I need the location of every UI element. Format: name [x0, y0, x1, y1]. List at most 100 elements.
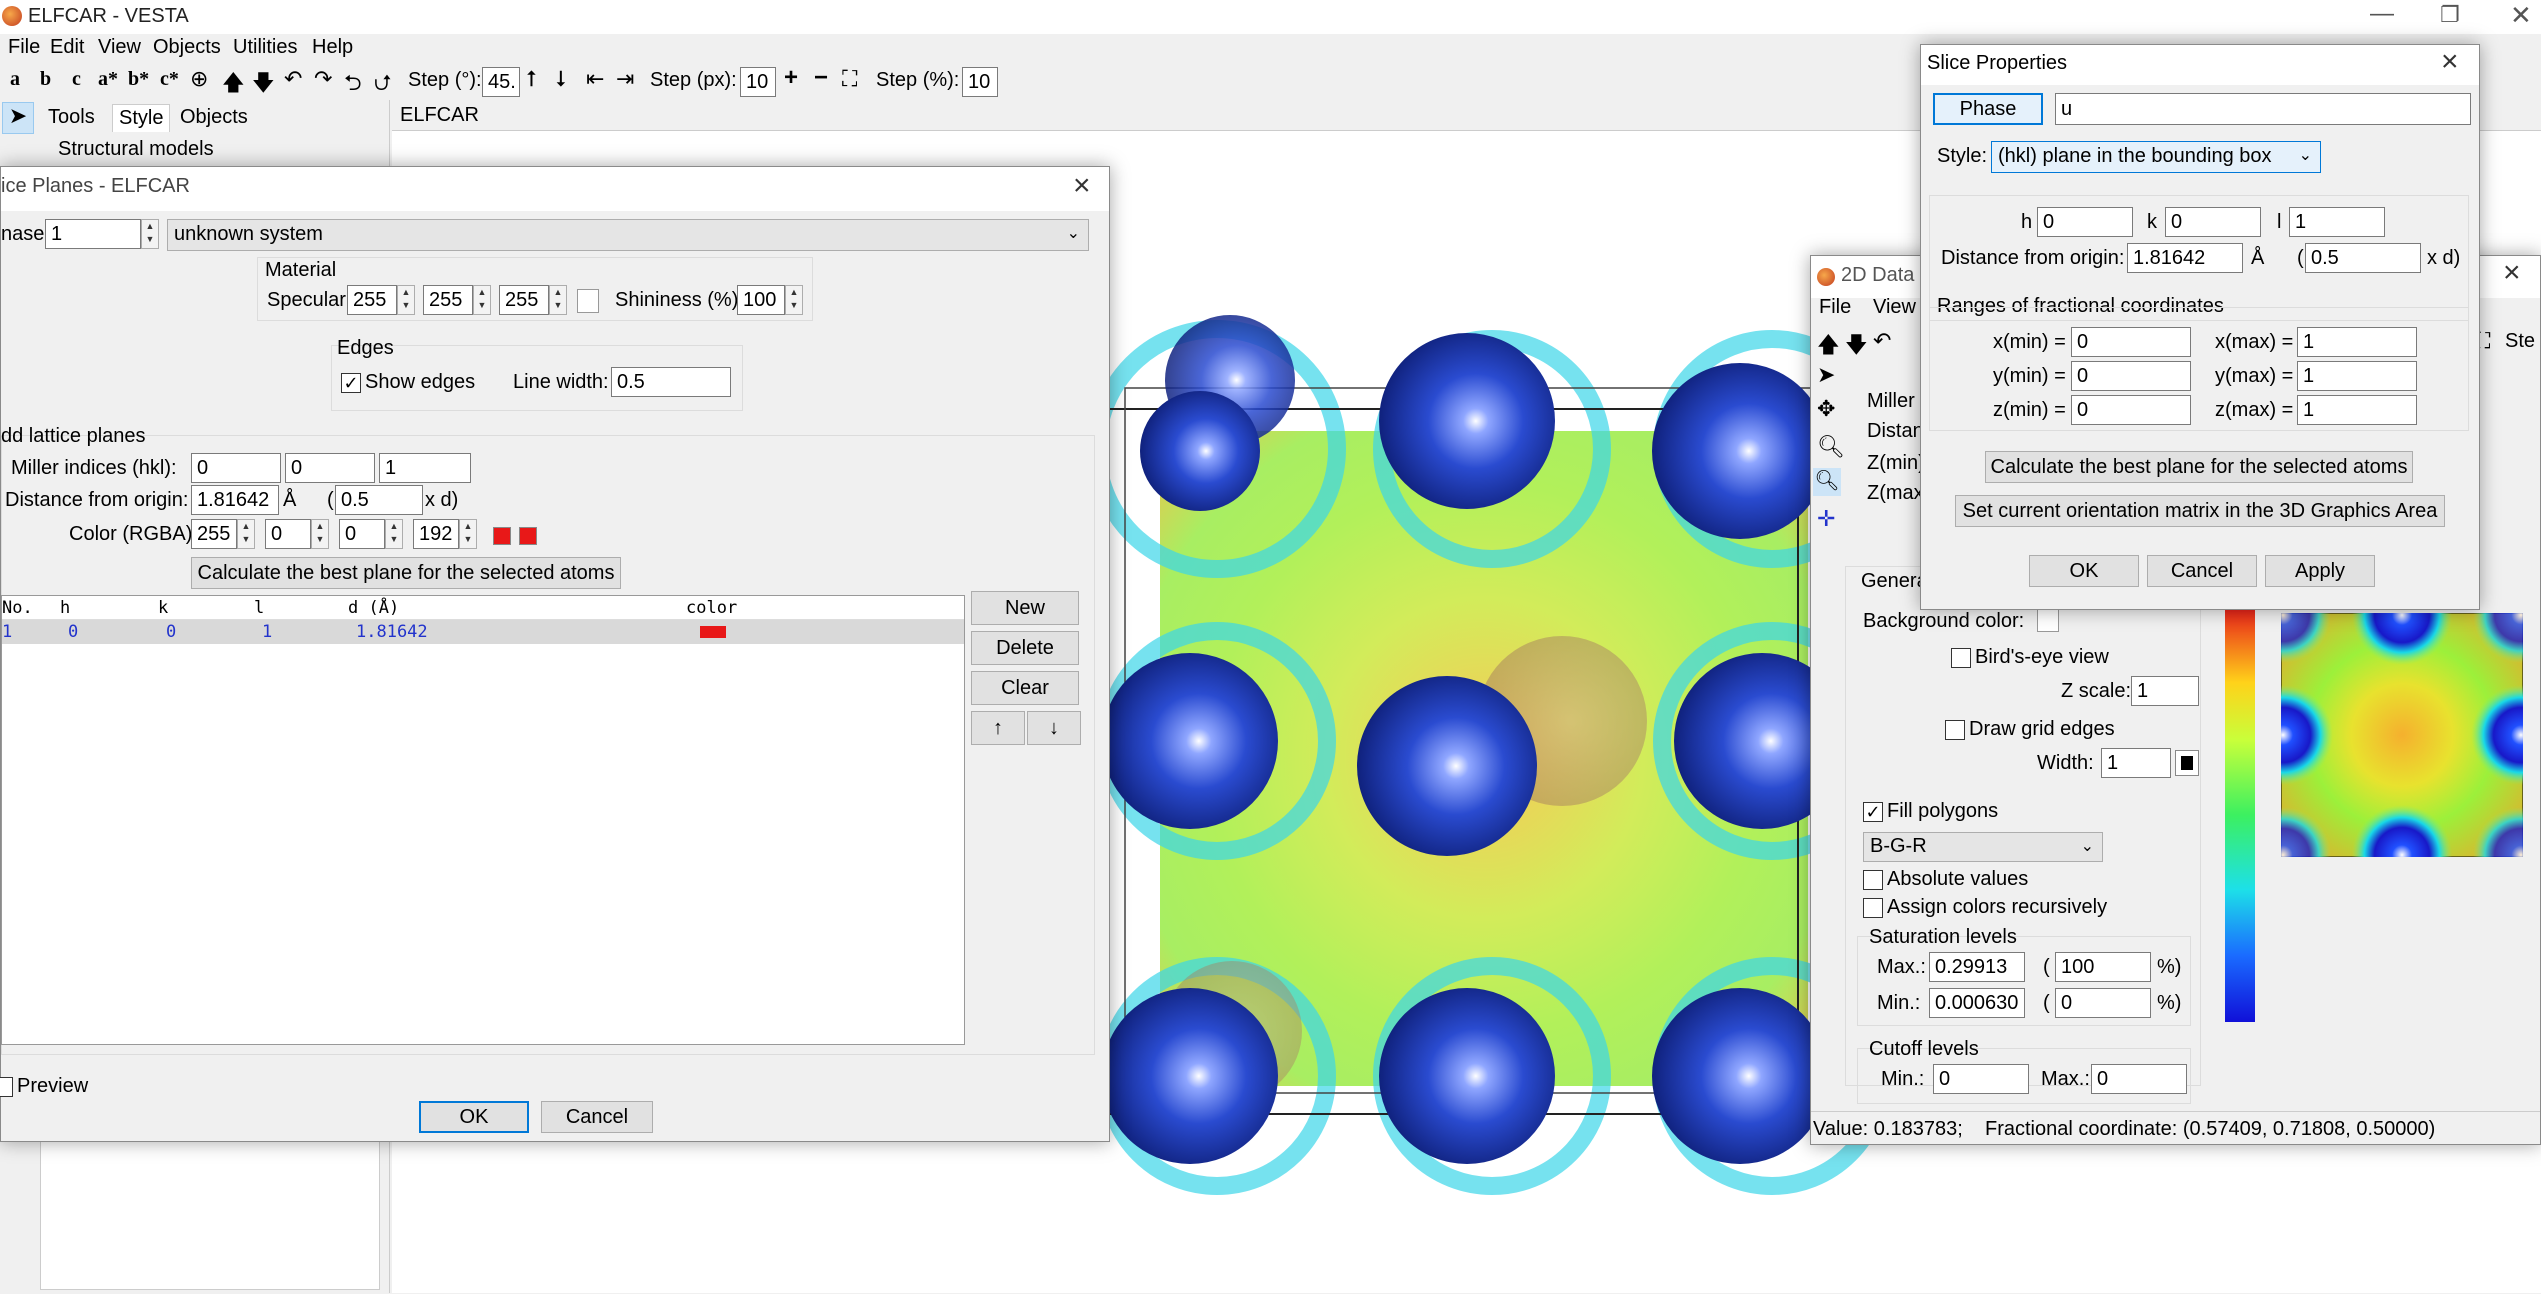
specular-r-spinner[interactable]: ▲ ▼	[397, 285, 415, 315]
translate-down-icon[interactable]: ⭣	[556, 66, 566, 92]
color-b-spinner[interactable]: ▲ ▼	[385, 519, 403, 549]
ymax-input[interactable]	[2297, 361, 2417, 391]
data2d-undo-icon[interactable]: ↶	[1873, 328, 1891, 354]
menu-view[interactable]: View	[98, 36, 141, 59]
calc-best-plane-button[interactable]: Calculate the best plane for the selecte…	[191, 557, 621, 589]
phase-name-input[interactable]	[2055, 93, 2471, 125]
shininess-input[interactable]	[737, 285, 785, 315]
translate-right-icon[interactable]: ⇥	[616, 66, 634, 92]
slice-properties-close-icon[interactable]: ×	[2441, 45, 2459, 79]
colormap-dropdown[interactable]: B-G-R ⌄	[1863, 832, 2103, 862]
rotate-cw-icon[interactable]: ⮍	[374, 66, 392, 104]
system-dropdown[interactable]: unknown system ⌄	[167, 219, 1089, 251]
fit-icon[interactable]: ⛶	[842, 66, 857, 92]
props-apply-button[interactable]: Apply	[2265, 555, 2375, 587]
rotate-down-icon[interactable]: 🡇	[252, 66, 275, 104]
shininess-spinner[interactable]: ▲ ▼	[785, 285, 803, 315]
minimize-icon[interactable]: —	[2370, 0, 2394, 28]
menu-edit[interactable]: Edit	[50, 36, 84, 59]
specular-color-swatch[interactable]	[577, 289, 599, 313]
translate-left-icon[interactable]: ⇤	[586, 66, 604, 92]
zoom-out-icon[interactable]: −	[814, 64, 828, 92]
slice-planes-close-icon[interactable]: ×	[1073, 169, 1091, 203]
rotate-up-icon[interactable]: 🡅	[222, 66, 245, 104]
phase-input[interactable]	[45, 219, 141, 249]
color-r-input[interactable]	[191, 519, 237, 549]
specular-g-spinner[interactable]: ▲ ▼	[473, 285, 491, 315]
doc-tab[interactable]: ELFCAR	[400, 104, 479, 127]
miller-h-input[interactable]	[191, 453, 281, 483]
rotate-right-icon[interactable]: ↷	[314, 66, 332, 92]
sat-min-pct-input[interactable]	[2055, 988, 2151, 1018]
miller-l-input[interactable]	[379, 453, 471, 483]
cut-max-input[interactable]	[2091, 1064, 2187, 1094]
props-ok-button[interactable]: OK	[2029, 555, 2139, 587]
k-input[interactable]	[2165, 207, 2261, 237]
zoom-in-icon[interactable]: +	[784, 64, 798, 92]
set-orientation-button[interactable]: Set current orientation matrix in the 3D…	[1955, 495, 2445, 527]
data2d-zoom-active-icon[interactable]: 🔍︎	[1813, 468, 1841, 496]
data2d-menu-file[interactable]: File	[1819, 296, 1851, 319]
new-button[interactable]: New	[971, 591, 1079, 625]
phase-spinner[interactable]: ▲ ▼	[141, 219, 159, 249]
step-pct-input[interactable]	[962, 67, 998, 97]
tab-objects[interactable]: Objects	[180, 106, 248, 129]
axis-bstar-button[interactable]: b*	[128, 68, 149, 91]
abs-values-checkbox[interactable]	[1863, 870, 1883, 890]
color-a-input[interactable]	[413, 519, 459, 549]
specular-r-input[interactable]	[347, 285, 397, 315]
orient-icon[interactable]: ⊕	[190, 66, 208, 92]
assign-colors-checkbox[interactable]	[1863, 898, 1883, 918]
sat-max-pct-input[interactable]	[2055, 952, 2151, 982]
fill-polygons-checkbox[interactable]: ✓	[1863, 802, 1883, 822]
miller-k-input[interactable]	[285, 453, 375, 483]
data2d-zoom-icon[interactable]: 🔍︎	[1817, 434, 1845, 460]
step-deg-input[interactable]	[482, 67, 520, 97]
close-icon[interactable]: ✕	[2510, 0, 2532, 31]
axis-cstar-button[interactable]: c*	[160, 68, 179, 91]
distance-xd-input[interactable]	[2305, 243, 2421, 273]
ymin-input[interactable]	[2071, 361, 2191, 391]
line-width-input[interactable]	[611, 367, 731, 397]
rotate-ccw-icon[interactable]: ⮌	[344, 66, 362, 104]
color-g-spinner[interactable]: ▲ ▼	[311, 519, 329, 549]
axis-b-button[interactable]: b	[40, 68, 51, 91]
style-dropdown[interactable]: (hkl) plane in the bounding box ⌄	[1991, 141, 2321, 173]
props-cancel-button[interactable]: Cancel	[2147, 555, 2257, 587]
select-tool-icon[interactable]: ➤	[2, 102, 34, 134]
color-swatch-2[interactable]	[519, 527, 537, 545]
cancel-button[interactable]: Cancel	[541, 1101, 653, 1133]
menu-utilities[interactable]: Utilities	[233, 36, 297, 59]
axis-astar-button[interactable]: a*	[98, 68, 118, 91]
zmin-input[interactable]	[2071, 395, 2191, 425]
specular-b-input[interactable]	[499, 285, 549, 315]
data2d-select-icon[interactable]: ➤	[1817, 362, 1835, 388]
step-px-input[interactable]	[740, 67, 776, 97]
grid-edges-checkbox[interactable]	[1945, 720, 1965, 740]
width-input[interactable]	[2101, 748, 2171, 778]
cut-min-input[interactable]	[1933, 1064, 2029, 1094]
sat-max-input[interactable]	[1929, 952, 2025, 982]
color-swatch-1[interactable]	[493, 527, 511, 545]
xd-input[interactable]	[335, 485, 423, 515]
planes-table[interactable]: No. h k l d (Å) color 1 0 0 1 1.81642	[1, 595, 965, 1045]
move-up-button[interactable]: ↑	[971, 711, 1025, 745]
menu-objects[interactable]: Objects	[153, 36, 221, 59]
distance-origin-input[interactable]	[2127, 243, 2243, 273]
data2d-map[interactable]	[2281, 613, 2523, 857]
zmax-input[interactable]	[2297, 395, 2417, 425]
data2d-menu-view[interactable]: View	[1873, 296, 1916, 319]
color-b-input[interactable]	[339, 519, 385, 549]
l-input[interactable]	[2289, 207, 2385, 237]
specular-g-input[interactable]	[423, 285, 473, 315]
data2d-rotate-icon[interactable]: ✛	[1817, 506, 1835, 532]
rotate-left-icon[interactable]: ↶	[284, 66, 302, 92]
delete-button[interactable]: Delete	[971, 631, 1079, 665]
h-input[interactable]	[2037, 207, 2133, 237]
tab-style[interactable]: Style	[112, 104, 171, 132]
phase-button[interactable]: Phase	[1933, 93, 2043, 125]
axis-c-button[interactable]: c	[72, 68, 81, 91]
restore-icon[interactable]: ❐	[2440, 2, 2460, 28]
color-r-spinner[interactable]: ▲ ▼	[237, 519, 255, 549]
calc-best-plane-button[interactable]: Calculate the best plane for the selecte…	[1985, 451, 2413, 483]
